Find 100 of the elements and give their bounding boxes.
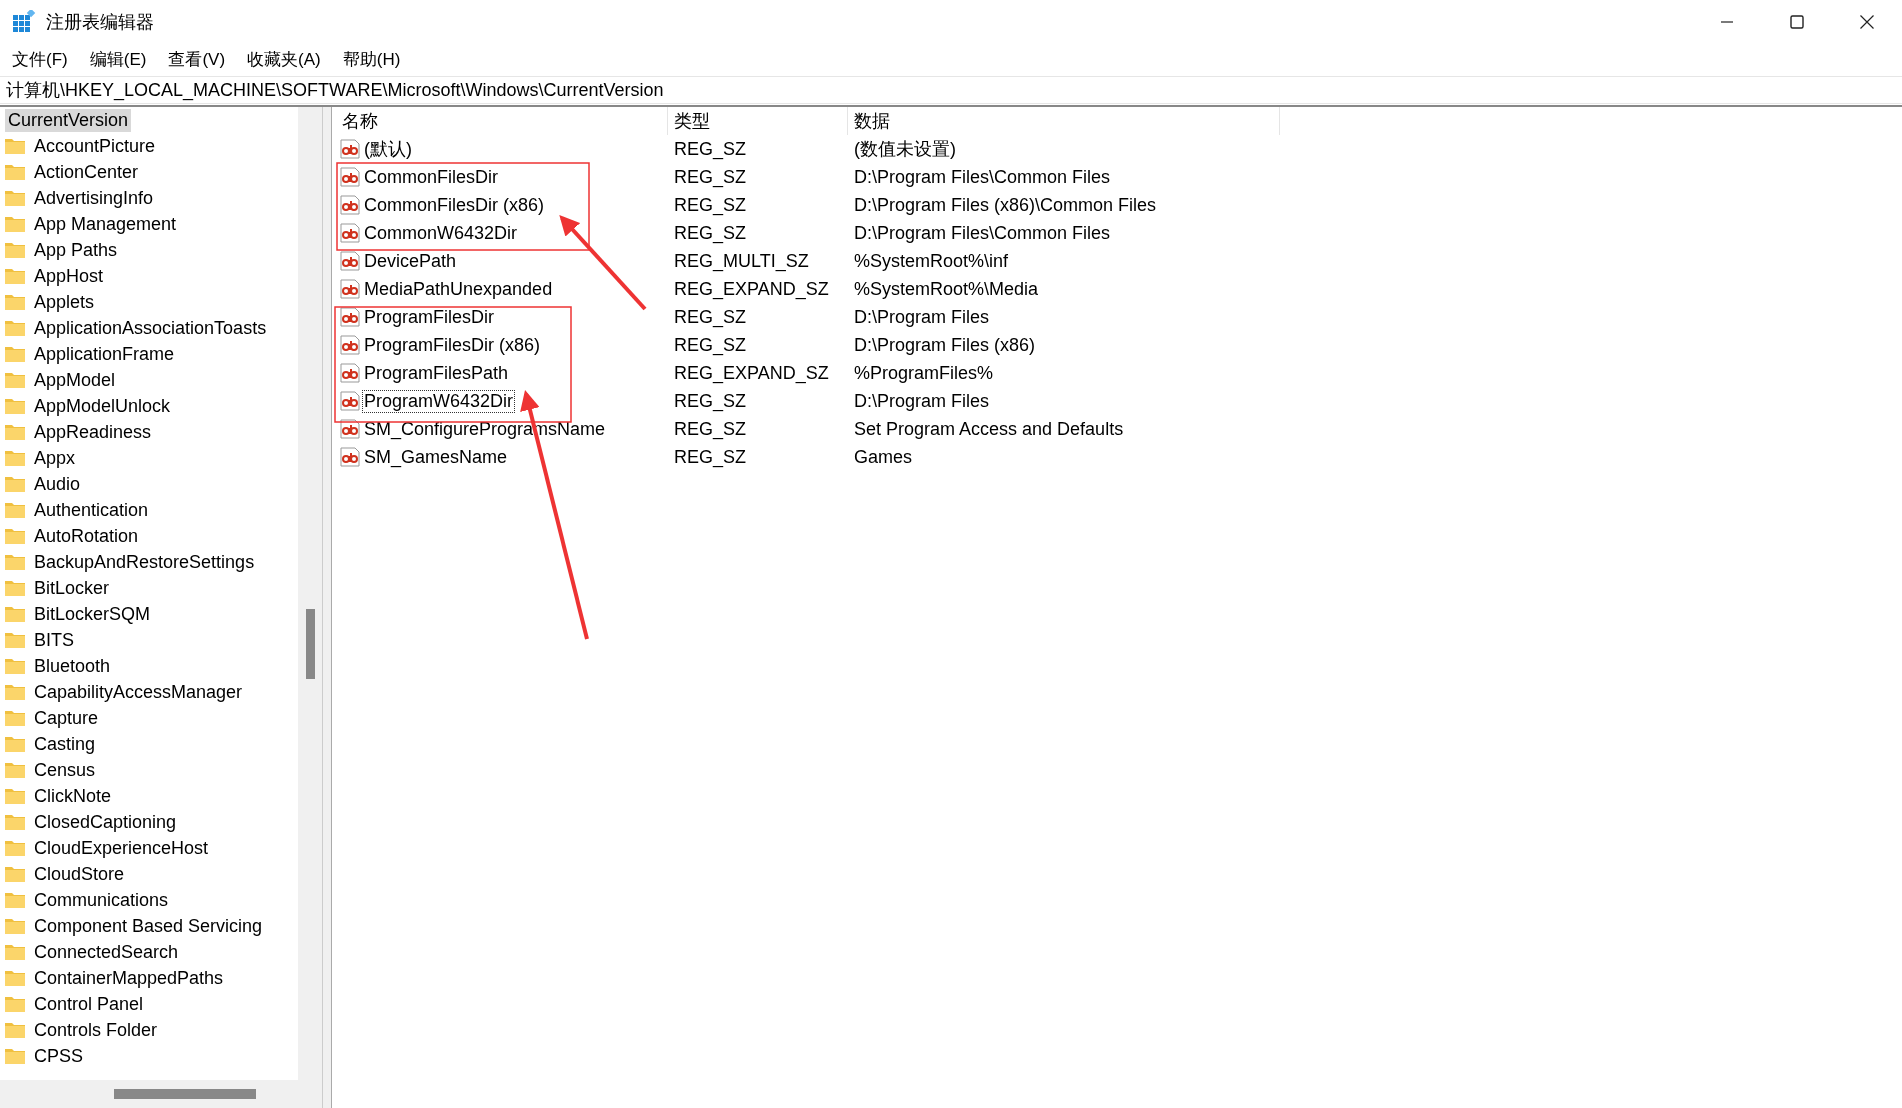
tree-item[interactable]: Controls Folder bbox=[34, 1019, 158, 1041]
tree-item[interactable]: AccountPicture bbox=[34, 135, 156, 157]
tree-item[interactable]: App Paths bbox=[34, 239, 118, 261]
value-name[interactable]: (默认) bbox=[362, 136, 414, 162]
value-name[interactable]: ProgramFilesDir bbox=[362, 305, 497, 329]
tree-item[interactable]: AppHost bbox=[34, 265, 104, 287]
folder-icon bbox=[5, 684, 25, 700]
folder-icon bbox=[5, 502, 25, 518]
folder-icon bbox=[5, 814, 25, 830]
tree-item[interactable]: Census bbox=[34, 759, 96, 781]
folder-icon bbox=[5, 736, 25, 752]
value-name[interactable]: CommonFilesDir bbox=[362, 165, 500, 189]
folder-icon bbox=[5, 424, 25, 440]
tree-item[interactable]: ActionCenter bbox=[34, 161, 139, 183]
table-cell-text: REG_SZ bbox=[673, 306, 748, 328]
folder-icon bbox=[5, 1048, 25, 1064]
table-cell-text: D:\Program Files bbox=[853, 306, 991, 328]
folder-icon bbox=[5, 970, 25, 986]
column-header[interactable]: 类型 bbox=[668, 107, 848, 135]
tree-item[interactable]: CurrentVersion bbox=[5, 108, 132, 132]
tree-item[interactable]: Bluetooth bbox=[34, 655, 111, 677]
table-cell-text: Games bbox=[853, 446, 914, 468]
tree-item[interactable]: BackupAndRestoreSettings bbox=[34, 551, 255, 573]
tree-item[interactable]: AutoRotation bbox=[34, 525, 139, 547]
folder-icon bbox=[5, 918, 25, 934]
maximize-icon bbox=[1789, 14, 1805, 30]
menu-item[interactable]: 收藏夹(A) bbox=[247, 47, 321, 71]
value-name[interactable]: ProgramFilesDir (x86) bbox=[362, 333, 543, 357]
value-name[interactable]: DevicePath bbox=[362, 249, 459, 273]
tree-item[interactable]: Audio bbox=[34, 473, 81, 495]
minimize-icon bbox=[1719, 21, 1735, 23]
table-cell-text: REG_SZ bbox=[673, 418, 748, 440]
table-cell-text: D:\Program Files\Common Files bbox=[853, 166, 1112, 188]
tree-item[interactable]: AppModelUnlock bbox=[34, 395, 171, 417]
tree-item[interactable]: BitLockerSQM bbox=[34, 603, 151, 625]
tree-item[interactable]: ApplicationFrame bbox=[34, 343, 175, 365]
table-cell-text: REG_SZ bbox=[673, 222, 748, 244]
tree-item[interactable]: ContainerMappedPaths bbox=[34, 967, 224, 989]
tree-item[interactable]: BitLocker bbox=[34, 577, 110, 599]
value-name[interactable]: ProgramW6432Dir bbox=[362, 389, 516, 413]
tree-item[interactable]: Capture bbox=[34, 707, 99, 729]
folder-icon bbox=[5, 216, 25, 232]
table-cell-text: REG_SZ bbox=[673, 446, 748, 468]
table-cell-text: D:\Program Files (x86)\Common Files bbox=[853, 194, 1158, 216]
tree-item[interactable]: CloudStore bbox=[34, 863, 125, 885]
tree-item[interactable]: AppReadiness bbox=[34, 421, 152, 443]
tree-item[interactable]: CapabilityAccessManager bbox=[34, 681, 243, 703]
folder-icon bbox=[5, 476, 25, 492]
column-header[interactable]: 名称 bbox=[336, 107, 668, 135]
address-bar[interactable]: 计算机\HKEY_LOCAL_MACHINE\SOFTWARE\Microsoft\Windows\CurrentVersion bbox=[0, 76, 1902, 104]
tree-item[interactable]: AdvertisingInfo bbox=[34, 187, 154, 209]
value-name[interactable]: CommonW6432Dir bbox=[362, 221, 520, 245]
tree-item[interactable]: Communications bbox=[34, 889, 169, 911]
folder-icon bbox=[5, 658, 25, 674]
scrollbar-thumb[interactable] bbox=[114, 1089, 256, 1099]
table-cell-text: Set Program Access and Defaults bbox=[853, 418, 1125, 440]
table-cell-text: REG_MULTI_SZ bbox=[673, 250, 810, 272]
folder-icon bbox=[5, 450, 25, 466]
tree-item[interactable]: CPSS bbox=[34, 1045, 84, 1067]
folder-icon bbox=[5, 268, 25, 284]
table-cell-text: REG_SZ bbox=[673, 166, 748, 188]
value-name[interactable]: ProgramFilesPath bbox=[362, 361, 511, 385]
tree-item[interactable]: Applets bbox=[34, 291, 95, 313]
table-cell-text: REG_SZ bbox=[673, 138, 748, 160]
menu-item[interactable]: 帮助(H) bbox=[342, 47, 401, 71]
folder-icon bbox=[5, 190, 25, 206]
scrollbar-thumb[interactable] bbox=[306, 609, 315, 679]
tree-item[interactable]: Component Based Servicing bbox=[34, 915, 263, 937]
tree-item[interactable]: App Management bbox=[34, 213, 177, 235]
tree-item[interactable]: ClosedCaptioning bbox=[34, 811, 177, 833]
pane-splitter[interactable] bbox=[323, 107, 332, 1108]
value-name[interactable]: MediaPathUnexpanded bbox=[362, 277, 555, 301]
value-name[interactable]: SM_GamesName bbox=[362, 445, 510, 469]
table-cell-text: D:\Program Files bbox=[853, 390, 991, 412]
tree-item[interactable]: Control Panel bbox=[34, 993, 144, 1015]
value-name[interactable]: CommonFilesDir (x86) bbox=[362, 193, 547, 217]
registry-icon bbox=[12, 10, 36, 34]
menu-item[interactable]: 文件(F) bbox=[12, 47, 68, 71]
folder-icon bbox=[5, 710, 25, 726]
tree-item[interactable]: Authentication bbox=[34, 499, 149, 521]
menu-item[interactable]: 编辑(E) bbox=[89, 47, 147, 71]
tree-item[interactable]: ApplicationAssociationToasts bbox=[34, 317, 267, 339]
tree-item[interactable]: AppModel bbox=[34, 369, 116, 391]
tree-item[interactable]: ClickNote bbox=[34, 785, 112, 807]
folder-icon bbox=[5, 1022, 25, 1038]
table-cell-text: D:\Program Files\Common Files bbox=[853, 222, 1112, 244]
tree-item[interactable]: ConnectedSearch bbox=[34, 941, 179, 963]
tree-item[interactable]: BITS bbox=[34, 629, 74, 651]
folder-icon bbox=[5, 164, 25, 180]
column-header[interactable]: 数据 bbox=[848, 107, 1280, 135]
tree-item[interactable]: CloudExperienceHost bbox=[34, 837, 209, 859]
folder-icon bbox=[5, 242, 25, 258]
folder-icon bbox=[5, 866, 25, 882]
table-cell-text: %ProgramFiles% bbox=[853, 362, 995, 384]
menu-item[interactable]: 查看(V) bbox=[168, 47, 226, 71]
folder-icon bbox=[5, 398, 25, 414]
table-cell-text: REG_SZ bbox=[673, 334, 748, 356]
tree-item[interactable]: Casting bbox=[34, 733, 96, 755]
folder-icon bbox=[5, 840, 25, 856]
tree-item[interactable]: Appx bbox=[34, 447, 76, 469]
